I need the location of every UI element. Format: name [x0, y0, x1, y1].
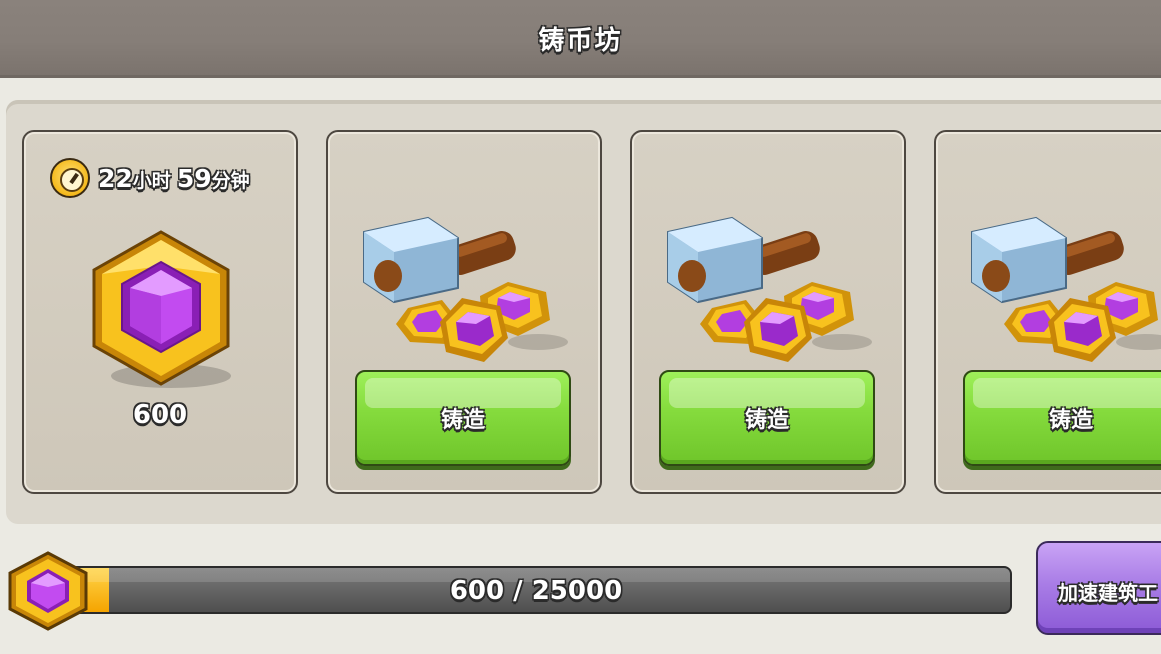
- forge-button[interactable]: 铸造: [963, 370, 1161, 466]
- timer: 22 小时 59 分钟: [50, 158, 256, 198]
- storage-card: 22 小时 59 分钟 600: [22, 130, 298, 494]
- purple-gem-icon: [8, 551, 88, 631]
- timer-text: 22 小时 59 分钟: [98, 164, 256, 193]
- speed-up-label: 加速建筑工: [1058, 581, 1158, 605]
- timer-hours-unit: 小时: [132, 169, 171, 192]
- forge-card: 铸造: [934, 130, 1161, 494]
- hammer-gems-icon: [667, 216, 872, 362]
- forge-button-label: 铸造: [440, 408, 485, 433]
- forge-button-label: 铸造: [1048, 408, 1093, 433]
- timer-minutes: 59: [176, 163, 212, 193]
- forge-card: 铸造: [630, 130, 906, 494]
- stopwatch-icon: [50, 158, 90, 198]
- timer-hours: 22: [98, 163, 133, 193]
- progress-label: 600 / 25000: [449, 576, 623, 606]
- forge-panel: 22 小时 59 分钟 600 铸造 铸造 铸造: [6, 100, 1161, 524]
- forge-button[interactable]: 铸造: [659, 370, 875, 466]
- hammer-gems-icon: [971, 216, 1161, 362]
- hammer-gems-icon: [363, 216, 568, 362]
- gem-progress-bar: 600 / 25000: [60, 566, 1012, 614]
- speed-up-builder-button[interactable]: 加速建筑工: [1036, 541, 1161, 635]
- forge-card: 铸造: [326, 130, 602, 494]
- timer-minutes-unit: 分钟: [211, 169, 250, 192]
- forge-button-label: 铸造: [744, 408, 789, 433]
- gem-storage-value: 600: [132, 400, 188, 430]
- page-title: 铸币坊: [538, 26, 623, 56]
- purple-gem-icon: [92, 230, 231, 388]
- forge-button[interactable]: 铸造: [355, 370, 571, 466]
- title-bar: 铸币坊: [0, 0, 1161, 78]
